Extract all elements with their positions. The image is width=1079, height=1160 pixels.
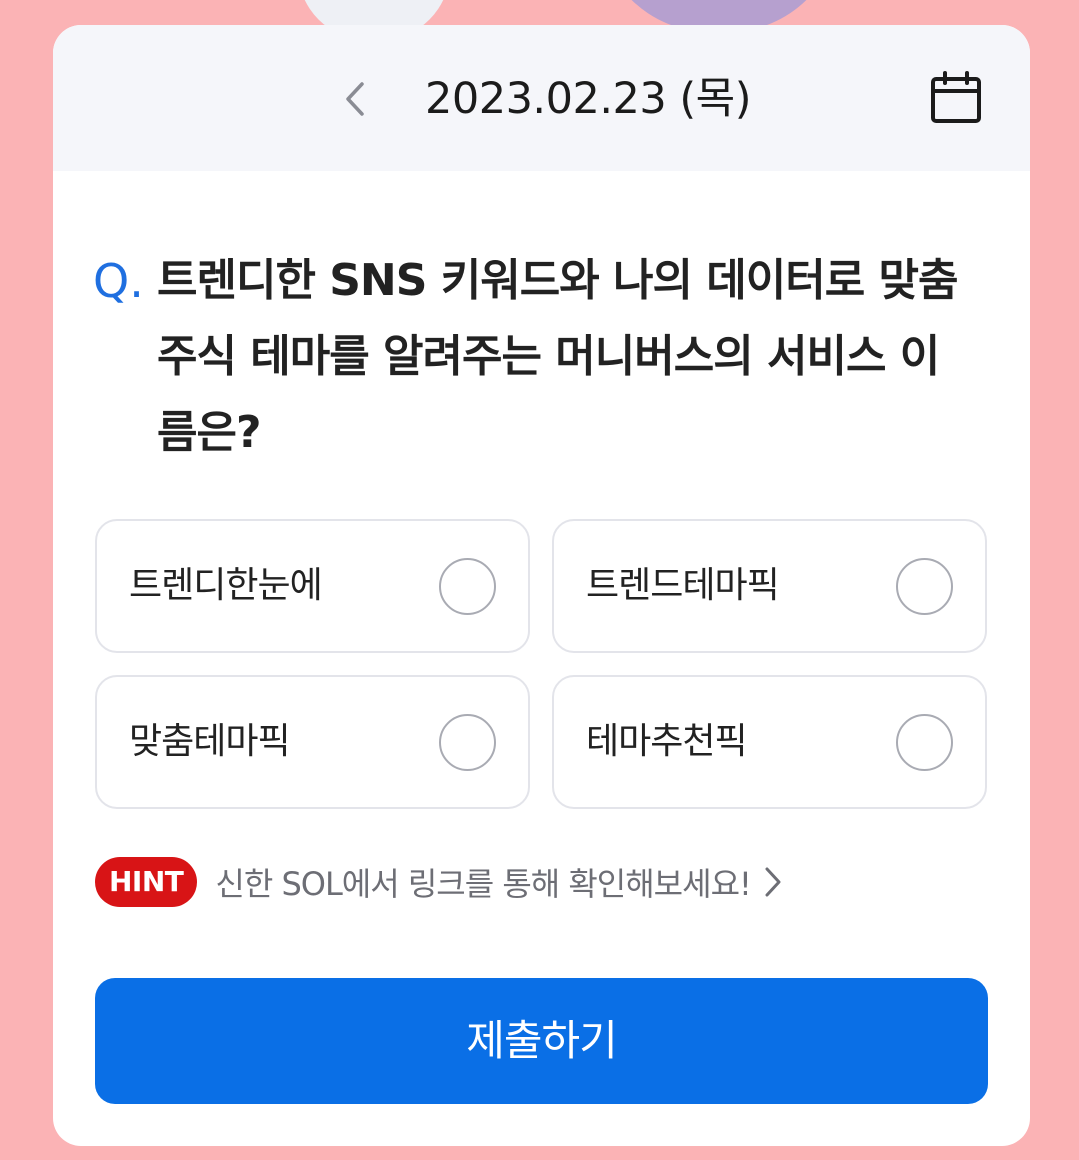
radio-button[interactable] [896, 558, 953, 615]
answer-option-1[interactable]: 트렌디한눈에 [95, 519, 530, 653]
answer-option-label: 테마추천픽 [586, 721, 748, 762]
question-mark-label: Q. [93, 254, 144, 308]
chevron-left-icon [346, 82, 364, 116]
question: Q. 트렌디한 SNS 키워드와 나의 데이터로 맞춤 주식 테마를 알려주는 … [93, 243, 973, 471]
calendar-button[interactable] [929, 71, 983, 125]
answer-option-label: 트렌드테마픽 [586, 565, 780, 606]
answer-option-4[interactable]: 테마추천픽 [552, 675, 987, 809]
date-navigation-bar: 2023.02.23 (목) [53, 25, 1030, 171]
quiz-card: 2023.02.23 (목) Q. 트렌디한 SNS 키워드와 나의 데이터로 … [53, 25, 1030, 1146]
quiz-date: 2023.02.23 (목) [425, 74, 751, 124]
hint-text: 신한 SOL에서 링크를 통해 확인해보세요! [215, 865, 751, 903]
radio-button[interactable] [439, 558, 496, 615]
hint-link[interactable]: HINT 신한 SOL에서 링크를 통해 확인해보세요! [95, 855, 783, 909]
answer-option-label: 트렌디한눈에 [129, 565, 323, 606]
radio-button[interactable] [439, 714, 496, 771]
radio-button[interactable] [896, 714, 953, 771]
chevron-right-icon [763, 866, 783, 898]
submit-button[interactable]: 제출하기 [95, 978, 988, 1104]
calendar-icon [931, 71, 981, 123]
answer-option-2[interactable]: 트렌드테마픽 [552, 519, 987, 653]
answer-options: 트렌디한눈에 트렌드테마픽 맞춤테마픽 테마추천픽 [95, 519, 988, 809]
quiz-screen: 2023.02.23 (목) Q. 트렌디한 SNS 키워드와 나의 데이터로 … [0, 0, 1079, 1160]
question-text: 트렌디한 SNS 키워드와 나의 데이터로 맞춤 주식 테마를 알려주는 머니버… [157, 255, 958, 458]
hint-badge: HINT [95, 857, 198, 907]
answer-option-3[interactable]: 맞춤테마픽 [95, 675, 530, 809]
previous-date-button[interactable] [338, 79, 372, 119]
answer-option-label: 맞춤테마픽 [129, 721, 291, 762]
